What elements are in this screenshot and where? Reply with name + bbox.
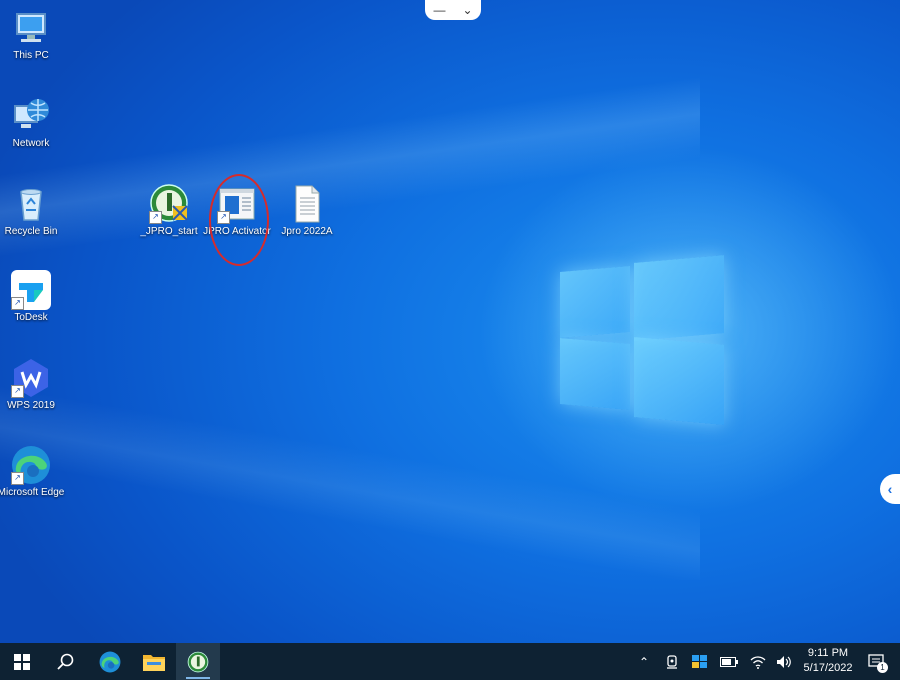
todesk-icon: ↗ [11, 270, 51, 310]
edge-icon: ↗ [11, 445, 51, 485]
minus-icon[interactable]: — [433, 3, 445, 17]
file-explorer-icon [143, 654, 165, 671]
wifi-icon[interactable] [746, 643, 770, 680]
desktop-icon-label: _JPRO_start [140, 226, 198, 237]
desktop-icon-label: Network [12, 138, 50, 149]
desktop-icon-label: This PC [13, 50, 49, 61]
notification-count: 1 [877, 662, 888, 673]
battery-icon[interactable] [716, 643, 742, 680]
desktop-icon-label: Recycle Bin [4, 226, 58, 237]
clock-time: 9:11 PM [807, 647, 849, 659]
desktop-icon-label: Microsoft Edge [0, 487, 65, 498]
desktop-icon-jpro-2022a[interactable]: Jpro 2022A [272, 184, 342, 238]
start-icon [14, 653, 30, 670]
jpro-start-icon: ↗ [149, 184, 189, 224]
desktop-icon-label: Jpro 2022A [281, 226, 333, 237]
taskbar-clock[interactable]: 9:11 PM 5/17/2022 [795, 646, 861, 676]
clock-date: 5/17/2022 [803, 662, 853, 674]
volume-icon[interactable] [772, 643, 796, 680]
search-button[interactable] [44, 643, 88, 680]
shortcut-arrow-icon: ↗ [11, 472, 24, 485]
network-globe-icon [11, 96, 51, 136]
shortcut-arrow-icon: ↗ [11, 385, 24, 398]
desktop-icon-label: ToDesk [14, 312, 48, 323]
wps-icon: ↗ [11, 358, 51, 398]
taskbar-file-explorer[interactable] [132, 643, 176, 680]
chevron-up-icon: ⌃ [638, 654, 650, 669]
desktop-icon-todesk[interactable]: ↗ ToDesk [0, 270, 66, 324]
start-button[interactable] [0, 643, 44, 680]
recycle-bin-icon [11, 184, 51, 224]
shortcut-arrow-icon: ↗ [11, 297, 24, 310]
red-highlight-circle [209, 174, 269, 266]
jpro-running-icon [187, 651, 209, 672]
desktop-icon-jpro-start[interactable]: ↗ _JPRO_start [134, 184, 204, 238]
chevron-left-icon: ‹ [887, 481, 893, 497]
windows-logo [560, 255, 730, 425]
remote-control-bar[interactable]: — ⌄ [425, 0, 481, 20]
taskbar: ⌃ 9:11 PM 5/17/2022 1 [0, 643, 900, 680]
desktop-icon-wps[interactable]: ↗ WPS 2019 [0, 358, 66, 412]
text-file-icon [287, 184, 327, 224]
defender-icon[interactable] [688, 643, 712, 680]
meet-now-icon[interactable] [660, 643, 684, 680]
desktop-icon-edge[interactable]: ↗ Microsoft Edge [0, 445, 66, 499]
computer-icon [11, 8, 51, 48]
desktop-background: This PC Network Recycle Bin ↗ ToDesk ↗ W… [0, 0, 900, 643]
desktop-icon-this-pc[interactable]: This PC [0, 8, 66, 62]
search-icon [57, 653, 74, 670]
taskbar-jpro[interactable] [176, 643, 220, 680]
desktop-icon-network[interactable]: Network [0, 96, 66, 150]
edge-icon [99, 651, 121, 672]
shortcut-arrow-icon: ↗ [149, 211, 162, 224]
taskbar-edge[interactable] [88, 643, 132, 680]
notification-center-button[interactable]: 1 [862, 643, 892, 680]
desktop-icon-recycle-bin[interactable]: Recycle Bin [0, 184, 66, 238]
show-hidden-icons[interactable]: ⌃ [632, 643, 656, 680]
chevron-down-icon[interactable]: ⌄ [462, 3, 472, 17]
desktop-icon-label: WPS 2019 [7, 400, 55, 411]
